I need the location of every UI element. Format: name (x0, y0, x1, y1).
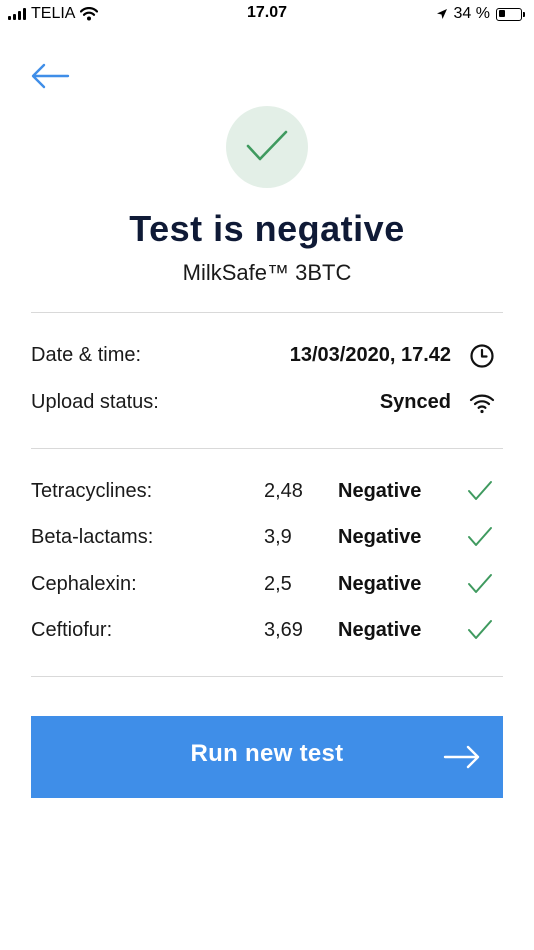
battery-cap (523, 11, 525, 17)
result-status: Negative (338, 526, 422, 548)
status-bar: TELIA 17.07 34 % (0, 0, 534, 30)
upload-status-label: Upload status: (31, 391, 159, 413)
battery-level (498, 10, 506, 17)
location-arrow-icon (436, 9, 447, 19)
upload-status-row: Upload status: Synced (31, 388, 503, 418)
status-right: 34 % (436, 5, 525, 23)
result-row-ceftiofur: Ceftiofur: 3,69 Negative (31, 616, 503, 646)
clock-icon (470, 344, 494, 368)
result-status: Negative (338, 573, 422, 595)
check-icon (468, 481, 492, 500)
result-value: 3,9 (264, 526, 292, 548)
run-new-test-button[interactable]: Run new test (31, 716, 503, 798)
arrow-right-icon (443, 745, 480, 769)
result-value: 2,5 (264, 573, 292, 595)
battery-percent: 34 % (453, 5, 490, 22)
back-button[interactable] (30, 60, 72, 92)
divider (31, 676, 503, 677)
result-name: Ceftiofur: (31, 619, 113, 641)
date-time-label: Date & time: (31, 344, 142, 366)
result-name: Tetracyclines: (31, 480, 153, 502)
result-name: Cephalexin: (31, 573, 137, 595)
check-icon (468, 620, 492, 639)
arrow-left-icon (31, 63, 70, 89)
result-status: Negative (338, 619, 422, 641)
date-time-value: 13/03/2020, 17.42 (289, 344, 451, 366)
divider (31, 312, 503, 313)
check-icon (468, 527, 492, 546)
divider (31, 448, 503, 449)
test-result-screen: TELIA 17.07 34 % Test is negative MilkSa… (0, 0, 534, 950)
result-badge (226, 106, 308, 188)
upload-status-value: Synced (379, 391, 451, 413)
product-name: MilkSafe™ 3BTC (182, 260, 352, 285)
result-row-tetracyclines: Tetracyclines: 2,48 Negative (31, 477, 503, 507)
result-status: Negative (338, 480, 422, 502)
date-time-row: Date & time: 13/03/2020, 17.42 (31, 341, 503, 371)
wifi-icon (469, 394, 495, 414)
result-name: Beta-lactams: (31, 526, 154, 548)
result-title: Test is negative (129, 208, 405, 249)
result-row-cephalexin: Cephalexin: 2,5 Negative (31, 570, 503, 600)
check-icon (468, 574, 492, 593)
run-new-test-label: Run new test (190, 740, 344, 767)
check-icon (246, 130, 288, 161)
battery-icon (496, 7, 525, 21)
result-value: 3,69 (264, 619, 303, 641)
result-value: 2,48 (264, 480, 303, 502)
result-row-beta-lactams: Beta-lactams: 3,9 Negative (31, 523, 503, 553)
